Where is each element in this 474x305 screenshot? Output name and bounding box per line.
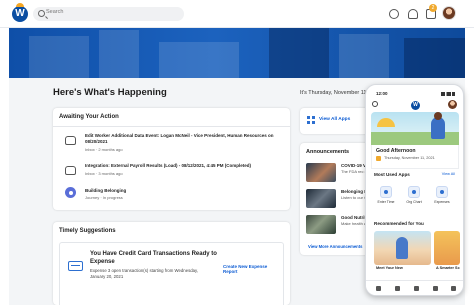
task-meta: Inbox · 2 months ago <box>85 147 123 152</box>
recommended-card[interactable] <box>374 231 431 265</box>
task-meta: Inbox · 3 months ago <box>85 171 123 176</box>
timely-suggestions-card: Timely Suggestions You Have Credit Card … <box>53 222 290 305</box>
app-label: Org Chart <box>406 200 422 204</box>
divider <box>53 126 290 127</box>
suggestion-item: You Have Credit Card Transactions Ready … <box>59 242 284 305</box>
greeting-illustration <box>371 112 459 145</box>
suggestion-body: Expense 3 open transaction(s) starting f… <box>90 268 199 280</box>
notifications-icon[interactable] <box>408 9 418 19</box>
signal-icon <box>441 92 455 96</box>
awaiting-action-card: Awaiting Your Action Edit Worker Additio… <box>53 108 290 210</box>
sun-icon <box>377 118 395 127</box>
recommended-card-label: A Smarter Sc <box>436 266 460 270</box>
expenses-icon <box>436 186 448 198</box>
greeting-date: Thursday, November 11, 2021 <box>384 156 435 160</box>
page-title: Here's What's Happening <box>53 87 167 98</box>
greeting-text: Good Afternoon <box>376 148 416 154</box>
task-item[interactable]: Integration: External Payroll Results (L… <box>59 163 285 185</box>
task-item[interactable]: Building Belonging Journey · In progress <box>59 186 285 206</box>
menu-icon[interactable] <box>395 286 400 291</box>
org-chart-icon <box>408 186 420 198</box>
bottom-nav <box>366 280 463 295</box>
profile-icon[interactable] <box>451 286 456 291</box>
app-label: Enter Time <box>377 200 395 204</box>
top-bar: W Search 2 <box>0 0 474 28</box>
task-item[interactable]: Edit Worker Additional Data Event: Logan… <box>59 133 285 155</box>
status-time: 12:00 <box>376 91 388 96</box>
credit-card-icon <box>68 261 83 271</box>
card-title: Awaiting Your Action <box>59 114 119 120</box>
task-title: Integration: External Payroll Results (L… <box>85 163 252 168</box>
view-more-announcements-link[interactable]: View More Announcements <box>308 244 362 249</box>
mobile-app-preview: 12:00 W Good Afternoon Thursday, Novembe… <box>365 84 464 296</box>
greeting-card: Good Afternoon Thursday, November 11, 20… <box>371 145 459 169</box>
announcement-image <box>306 215 336 234</box>
avatar[interactable] <box>448 100 457 109</box>
date-label: It's Thursday, November 11 <box>300 90 367 96</box>
recommended-card[interactable] <box>434 231 460 265</box>
app-enter-time[interactable]: Enter Time <box>376 186 396 204</box>
inbox-task-icon <box>65 136 76 145</box>
card-title: Announcements <box>306 149 350 155</box>
announcement-image <box>306 189 336 208</box>
home-icon[interactable] <box>376 286 381 291</box>
app-org-chart[interactable]: Org Chart <box>404 186 424 204</box>
search-icon <box>38 10 45 17</box>
inbox-task-icon <box>65 166 76 175</box>
search-input[interactable]: Search <box>33 7 184 21</box>
workday-logo: W <box>411 101 420 110</box>
recommended-title: Recommended for You <box>374 221 424 226</box>
grid-icon <box>307 116 315 124</box>
view-all-apps-label: View All Apps <box>319 117 351 122</box>
hero-banner <box>9 28 465 78</box>
calendar-icon <box>376 156 381 161</box>
apps-icon[interactable] <box>414 286 419 291</box>
person-illustration <box>396 237 408 259</box>
recommended-card-label: Meet Your New <box>376 266 403 270</box>
inbox-badge: 2 <box>429 4 437 12</box>
clock-icon <box>380 186 392 198</box>
chat-icon[interactable] <box>389 9 399 19</box>
task-title: Building Belonging <box>85 188 127 193</box>
person-illustration <box>431 112 445 139</box>
task-meta: Journey · In progress <box>85 195 123 200</box>
search-icon[interactable] <box>372 101 378 107</box>
most-used-apps-title: Most Used Apps <box>374 172 410 177</box>
workday-logo[interactable]: W <box>12 3 28 22</box>
task-title: Edit Worker Additional Data Event: Logan… <box>85 133 274 144</box>
app-expenses[interactable]: Expenses <box>432 186 452 204</box>
suggestion-headline: You Have Credit Card Transactions Ready … <box>90 251 217 265</box>
journey-icon <box>65 187 76 198</box>
avatar[interactable] <box>442 6 456 20</box>
card-title: Timely Suggestions <box>59 228 116 234</box>
search-placeholder: Search <box>46 9 64 15</box>
app-label: Expenses <box>434 200 450 204</box>
create-expense-report-link[interactable]: Create New Expense Report <box>223 264 283 274</box>
inbox-icon[interactable] <box>433 286 438 291</box>
announcement-image <box>306 163 336 182</box>
view-all-link[interactable]: View All <box>442 172 455 176</box>
